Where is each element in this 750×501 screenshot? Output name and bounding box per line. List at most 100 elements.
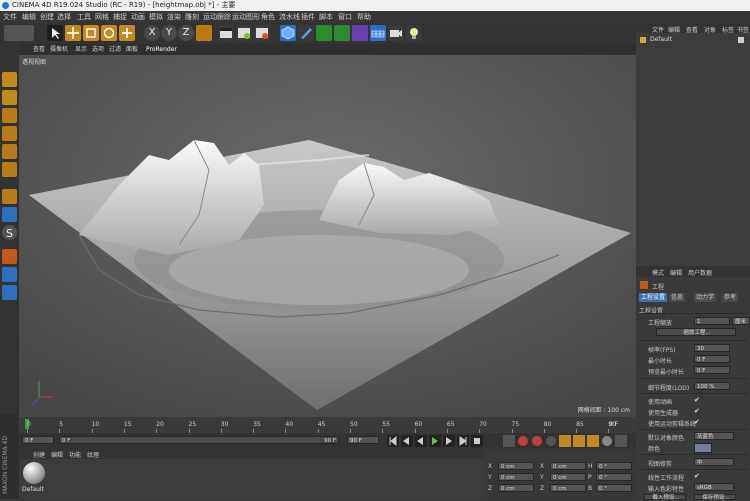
viewport[interactable]: 透视视图 网格间距 : 100 cm [19,55,636,417]
coordinate-field[interactable]: 0 cm [550,484,586,492]
save-preset-button[interactable]: 保存预设... [694,494,736,501]
playback-controls[interactable] [387,435,497,447]
load-preset-button[interactable]: 载入预设... [644,494,686,501]
attributes-menu-item[interactable]: 模式 [652,268,664,277]
viewport-menu-item[interactable]: 显示 [75,44,87,55]
render-icon[interactable] [236,25,252,41]
menu-item[interactable]: 脚本 [319,11,333,23]
add-icon[interactable] [119,25,135,41]
viewport-menu-item[interactable]: 选项 [92,44,104,55]
menu-item[interactable]: 角色 [261,11,275,23]
menu-item[interactable]: 运动跟踪 [203,11,231,23]
polygons-mode-icon[interactable] [2,162,17,177]
material-menu-item[interactable]: 纹理 [87,450,99,459]
coordinate-field[interactable]: 0 cm [550,473,586,481]
menu-item[interactable]: 创建 [40,11,54,23]
input-color-select[interactable]: sRGB [694,483,734,491]
attributes-menu-item[interactable]: 用户数据 [688,268,712,277]
snap-icon[interactable]: S [2,225,17,240]
menu-item[interactable]: 模拟 [149,11,163,23]
points-mode-icon[interactable] [2,126,17,141]
coordinate-field[interactable]: 0 ° [596,484,632,492]
material-menu-item[interactable]: 编辑 [51,450,63,459]
menu-item[interactable]: 插件 [301,11,315,23]
coord-system-icon[interactable] [196,25,212,41]
view-clip-select[interactable]: 中 [694,458,734,466]
coordinate-field[interactable]: 0 cm [498,484,534,492]
cube-icon[interactable] [280,25,296,41]
preview-min-field[interactable]: 0 F [694,366,730,374]
menu-item[interactable]: 渲染 [167,11,181,23]
viewport-menu-item[interactable]: 过滤 [109,44,121,55]
menu-item[interactable]: 动画 [131,11,145,23]
end-frame-field[interactable]: 90 F [347,436,379,444]
camera-icon[interactable] [388,25,404,41]
menu-item[interactable]: 雕刻 [185,11,199,23]
pen-icon[interactable] [298,25,314,41]
sculpt-icon[interactable] [2,267,17,282]
linear-workflow-checkbox[interactable]: ✔ [694,472,702,480]
menu-item[interactable]: 帮助 [357,11,371,23]
viewport-menu-item[interactable]: ProRender [146,44,177,55]
select-icon[interactable] [47,25,63,41]
material-preview-icon[interactable] [23,462,45,484]
attribute-tab[interactable]: 信息 [669,293,686,302]
coordinate-field[interactable]: 0 cm [498,462,534,470]
menu-item[interactable]: 运动图形 [232,11,260,23]
object-menu-item[interactable]: 对象 [704,25,716,34]
axis-z-button[interactable]: Z [178,25,194,41]
color-swatch[interactable] [694,443,712,453]
axis-x-button[interactable]: X [144,25,160,41]
coordinate-field[interactable]: 0 ° [596,462,632,470]
object-item-label[interactable]: Default [650,36,672,43]
material-menu-item[interactable]: 功能 [69,450,81,459]
object-menu-item[interactable]: 标签 [722,25,734,34]
menu-item[interactable]: 工具 [77,11,91,23]
workplane-icon[interactable] [2,108,17,123]
menu-item[interactable]: 窗口 [338,11,352,23]
cloner-icon[interactable] [334,25,350,41]
undo-icon[interactable] [4,25,34,41]
subdivide-icon[interactable] [316,25,332,41]
deformer-icon[interactable] [352,25,368,41]
attribute-tab[interactable]: 动力学 [694,293,717,302]
axis-mode-icon[interactable] [2,189,17,204]
timeline[interactable]: 0 F 0 5 10 15 20 25 30 35 40 45 50 55 60 65 70 75 80 85 90 [19,417,636,433]
object-menu-item[interactable]: 编辑 [668,25,680,34]
viewport-menu-item[interactable]: 摄像机 [50,44,68,55]
object-menu-item[interactable]: 书签 [737,25,749,34]
floor-icon[interactable] [370,25,386,41]
min-time-field[interactable]: 0 F [694,355,730,363]
model-mode-icon[interactable] [2,72,17,87]
scale-project-button[interactable]: 缩放工程... [656,328,736,336]
axis-y-button[interactable]: Y [161,25,177,41]
use-animation-checkbox[interactable]: ✔ [694,396,702,404]
coordinate-field[interactable]: 0 cm [498,473,534,481]
light-icon[interactable] [406,25,422,41]
material-menu-item[interactable]: 创建 [33,450,45,459]
use-generators-checkbox[interactable]: ✔ [694,407,702,415]
coordinate-field[interactable]: 0 ° [596,473,632,481]
coordinate-field[interactable]: 0 cm [550,462,586,470]
scale-field[interactable]: 1 [694,317,730,325]
viewport-menu-item[interactable]: 面板 [126,44,138,55]
use-motion-checkbox[interactable]: ✔ [694,418,702,426]
menu-item[interactable]: 编辑 [22,11,36,23]
menu-item[interactable]: 文件 [3,11,17,23]
attribute-tab[interactable]: 工程设置 [639,293,668,302]
keyframe-controls[interactable] [503,435,633,447]
texture-mode-icon[interactable] [2,90,17,105]
tweak-mode-icon[interactable] [2,207,17,222]
render-view-icon[interactable] [218,25,234,41]
object-menu-item[interactable]: 查看 [686,25,698,34]
default-color-select[interactable]: 灰蓝色 [694,432,734,440]
object-visibility-icon[interactable] [738,37,744,43]
viewport-menu-item[interactable]: 查看 [33,44,45,55]
menu-item[interactable]: 选择 [57,11,71,23]
lod-field[interactable]: 100 % [694,382,730,390]
scale-icon[interactable] [83,25,99,41]
render-settings-icon[interactable] [254,25,270,41]
edges-mode-icon[interactable] [2,144,17,159]
menu-item[interactable]: 网格 [95,11,109,23]
scale-unit-select[interactable]: 厘米 [732,317,750,325]
